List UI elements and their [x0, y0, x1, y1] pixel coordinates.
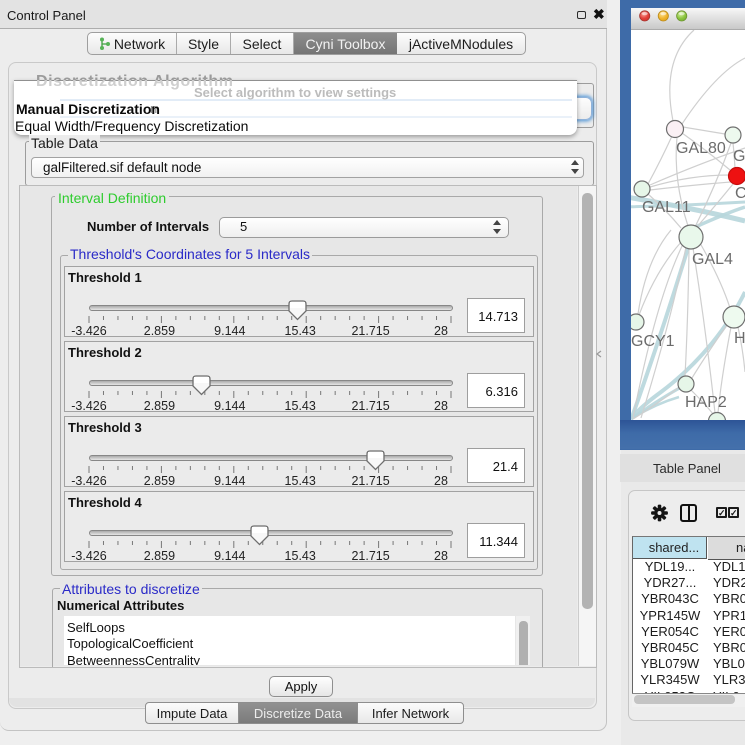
svg-text:GAL4: GAL4	[692, 251, 733, 268]
svg-text:GAL11: GAL11	[642, 199, 691, 216]
svg-text:GCY1: GCY1	[631, 333, 675, 350]
svg-text:HAP2: HAP2	[685, 394, 727, 411]
svg-text:GA: GA	[733, 148, 745, 165]
svg-text:CY: CY	[735, 185, 745, 202]
svg-text:H: H	[734, 330, 745, 347]
svg-text:GAL80: GAL80	[676, 140, 726, 157]
